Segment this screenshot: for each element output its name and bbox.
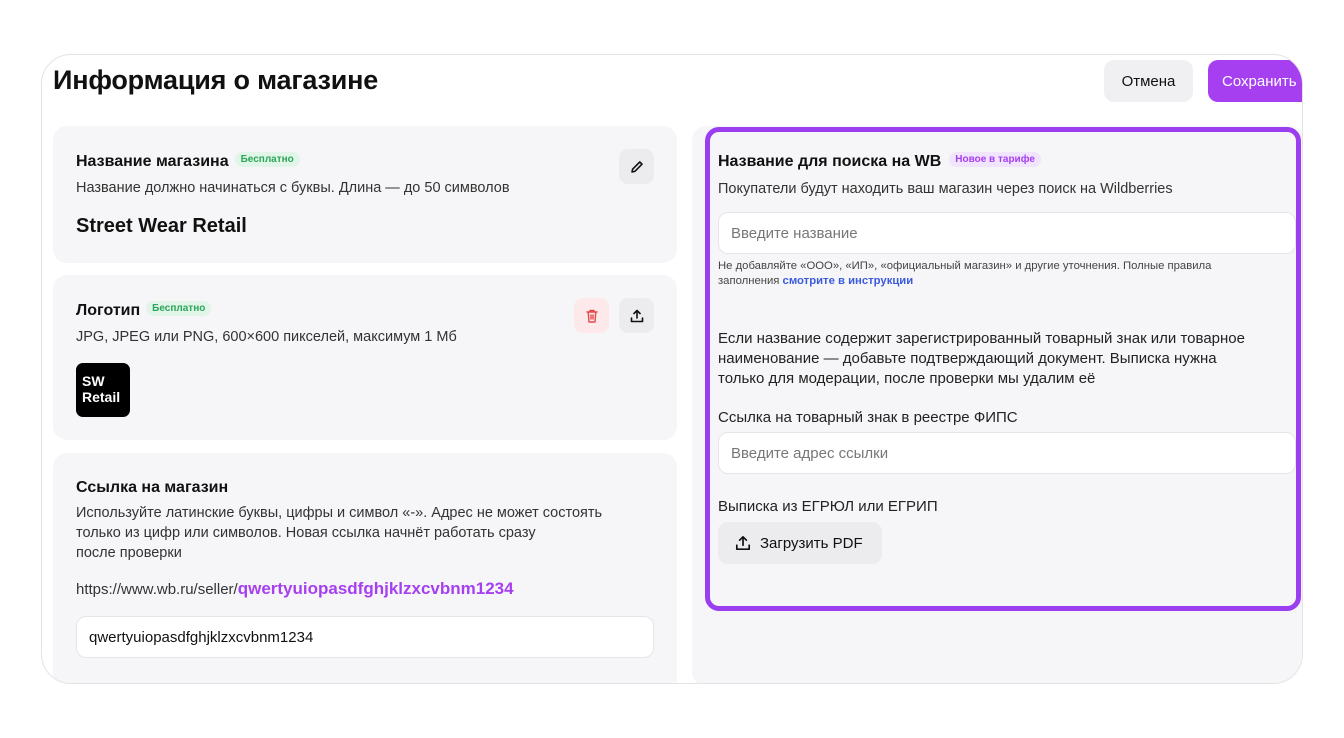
upload-icon — [735, 535, 751, 551]
pencil-icon — [630, 160, 643, 173]
logo-hint: JPG, JPEG или PNG, 600×600 пикселей, мак… — [76, 329, 457, 345]
url-prefix: https://www.wb.ru/seller/ — [76, 581, 238, 598]
free-badge: Бесплатно — [146, 301, 212, 317]
new-in-plan-badge: Новое в тарифе — [949, 152, 1041, 168]
search-name-title-text: Название для поиска на WB — [718, 153, 942, 170]
store-link-card: Ссылка на магазин Используйте латинские … — [53, 453, 677, 683]
store-name-hint: Название должно начинаться с буквы. Длин… — [76, 180, 510, 196]
trademark-line3: только для модерации, после проверки мы … — [718, 370, 1096, 387]
fips-label: Ссылка на товарный знак в реестре ФИПС — [718, 409, 1018, 426]
save-button[interactable]: Сохранить — [1208, 60, 1302, 102]
cancel-button[interactable]: Отмена — [1104, 60, 1193, 102]
store-link-hint-line3: после проверки — [76, 545, 182, 561]
search-name-note: Не добавляйте «ООО», «ИП», «официальный … — [718, 259, 1302, 289]
store-logo: SW Retail — [76, 363, 130, 417]
trademark-line1: Если название содержит зарегистрированны… — [718, 330, 1245, 347]
search-name-card: Название для поиска на WB Новое в тарифе … — [705, 127, 1301, 611]
logo-title-text: Логотип — [76, 302, 141, 319]
store-info-window: Информация о магазине Отмена Сохранить Н… — [41, 54, 1303, 684]
store-link-title: Ссылка на магазин — [76, 479, 229, 496]
upload-icon — [630, 309, 643, 322]
store-name-card: Название магазина Бесплатно Название долж… — [53, 126, 677, 263]
logo-card-title: Логотип Бесплатно — [76, 301, 212, 320]
search-name-input[interactable]: Введите название — [718, 212, 1296, 254]
note-line1: Не добавляйте «ООО», «ИП», «официальный … — [718, 260, 1212, 272]
upload-logo-button[interactable] — [619, 298, 654, 333]
url-slug: qwertyuiopasdfghjklzxcvbnm1234 — [237, 579, 514, 598]
egrul-label: Выписка из ЕГРЮЛ или ЕГРИП — [718, 498, 938, 515]
free-badge: Бесплатно — [234, 152, 300, 168]
store-url-preview: https://www.wb.ru/seller/qwertyuiopasdfg… — [76, 579, 514, 599]
search-name-card-title: Название для поиска на WB Новое в тарифе — [718, 152, 1041, 171]
edit-name-button[interactable] — [619, 149, 654, 184]
trademark-line2: наименование — добавьте подтверждающий д… — [718, 350, 1217, 367]
store-name-card-title: Название магазина Бесплатно — [76, 152, 300, 171]
delete-logo-button[interactable] — [574, 298, 609, 333]
store-name-value: Street Wear Retail — [76, 215, 247, 237]
store-name-title-text: Название магазина — [76, 153, 229, 170]
page-title: Информация о магазине — [53, 65, 379, 95]
store-link-hint-line1: Используйте латинские буквы, цифры и сим… — [76, 505, 603, 521]
logo-text-line1: SW — [82, 373, 105, 389]
trash-icon — [585, 309, 598, 323]
upload-pdf-button[interactable]: Загрузить PDF — [718, 522, 882, 564]
note-line2: заполнения смотрите в инструкции — [718, 274, 1302, 289]
search-name-hint: Покупатели будут находить ваш магазин че… — [718, 181, 1173, 197]
logo-text-line2: Retail — [82, 389, 121, 405]
note-line2-prefix: заполнения — [718, 275, 783, 287]
instructions-link[interactable]: смотрите в инструкции — [783, 275, 914, 287]
store-link-hint-line2: только из цифр или символов. Новая ссылк… — [76, 525, 536, 541]
fips-link-input[interactable]: Введите адрес ссылки — [718, 432, 1296, 474]
upload-pdf-label: Загрузить PDF — [760, 534, 863, 552]
store-link-input[interactable]: qwertyuiopasdfghjklzxcvbnm1234 — [76, 616, 654, 658]
logo-card: Логотип Бесплатно JPG, JPEG или PNG, 600×… — [53, 275, 677, 440]
